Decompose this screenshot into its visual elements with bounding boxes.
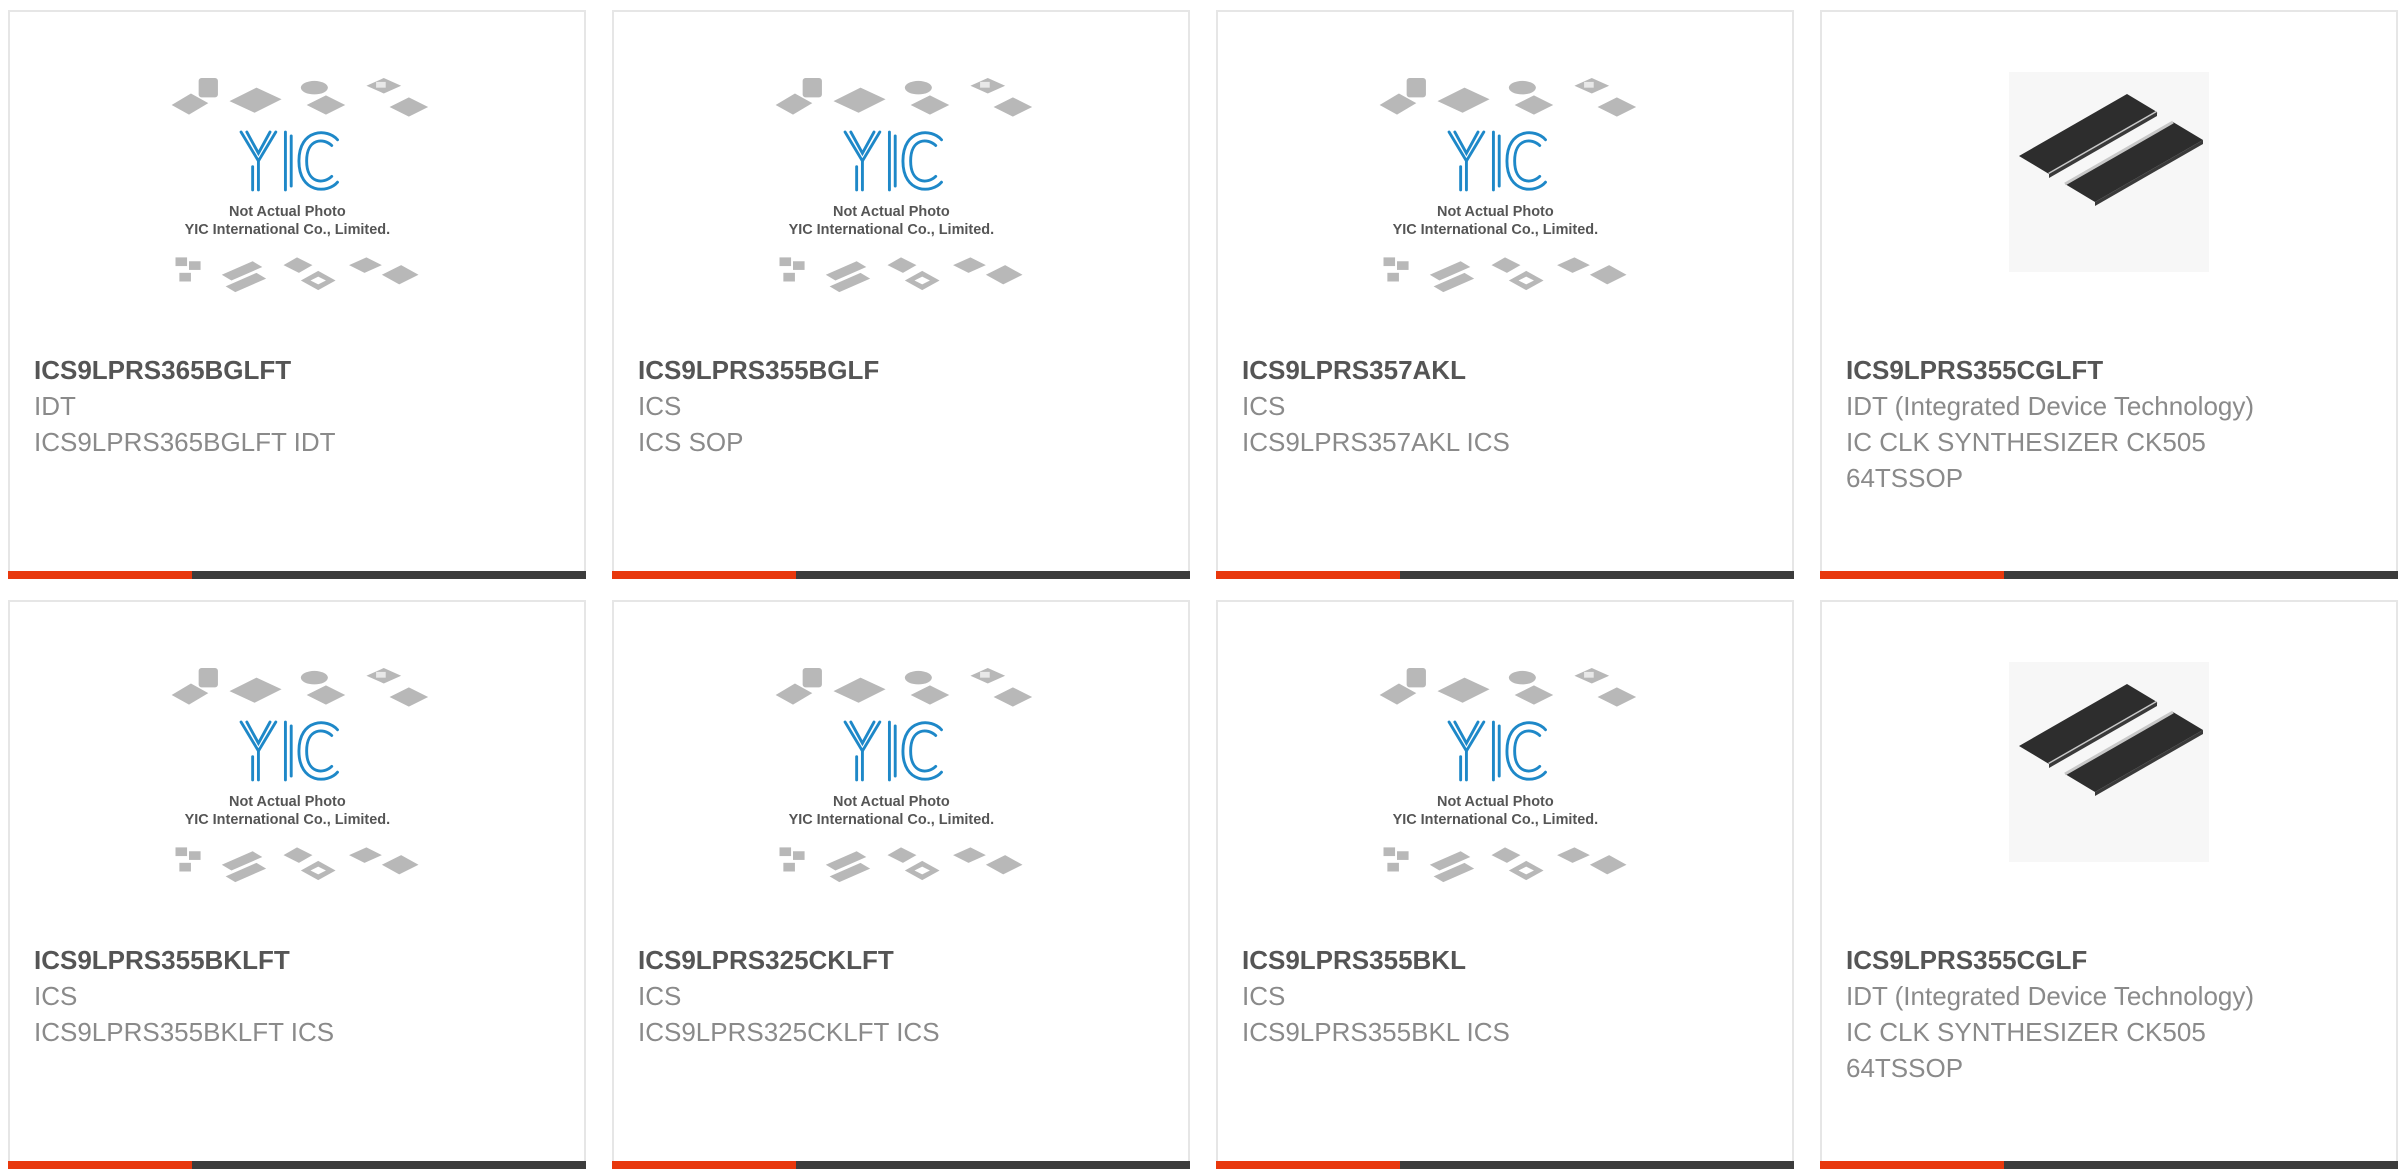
manufacturer-label: ICS — [1242, 981, 1286, 1011]
accent-bar — [1216, 571, 1400, 579]
placeholder-image[interactable] — [1218, 72, 1792, 352]
description-label: ICS9LPRS357AKL ICS — [1242, 427, 1510, 457]
accent-bar — [8, 571, 192, 579]
placeholder-image[interactable] — [614, 72, 1188, 352]
manufacturer-label: ICS — [638, 981, 682, 1011]
part-number-link[interactable]: ICS9LPRS355BKL — [1242, 942, 1662, 978]
product-image[interactable] — [1822, 662, 2396, 942]
accent-bar — [8, 1161, 192, 1169]
manufacturer-label: IDT (Integrated Device Technology) — [1846, 391, 2255, 421]
placeholder-image[interactable] — [10, 72, 584, 352]
product-grid: ICS9LPRS365BGLFT IDT ICS9LPRS365BGLFT IDT I… — [8, 10, 2400, 1169]
product-card[interactable]: ICS9LPRS355BKLFT ICS ICS9LPRS355BKLFT ICS — [8, 600, 586, 1169]
description-label: ICS9LPRS355BKLFT ICS — [34, 1017, 335, 1047]
accent-bar — [612, 1161, 796, 1169]
description-label: IC CLK SYNTHESIZER CK505 64TSSOP — [1846, 427, 2206, 493]
description-label: ICS9LPRS325CKLFT ICS — [638, 1017, 940, 1047]
part-number-link[interactable]: ICS9LPRS355BGLF — [638, 352, 1058, 388]
part-number-link[interactable]: ICS9LPRS365BGLFT — [34, 352, 454, 388]
part-number-link[interactable]: ICS9LPRS325CKLFT — [638, 942, 1058, 978]
product-info: ICS9LPRS355CGLF IDT (Integrated Device Te… — [1846, 942, 2266, 1086]
product-card[interactable]: ICS9LPRS325CKLFT ICS ICS9LPRS325CKLFT ICS — [612, 600, 1190, 1169]
part-number-link[interactable]: ICS9LPRS355CGLFT — [1846, 352, 2266, 388]
product-info: ICS9LPRS355BKLFT ICS ICS9LPRS355BKLFT ICS — [34, 942, 454, 1050]
part-number-link[interactable]: ICS9LPRS355CGLF — [1846, 942, 2266, 978]
product-info: ICS9LPRS365BGLFT IDT ICS9LPRS365BGLFT IDT — [34, 352, 454, 460]
manufacturer-label: ICS — [1242, 391, 1286, 421]
card-bottom-bar — [8, 1161, 586, 1169]
product-card[interactable]: ICS9LPRS357AKL ICS ICS9LPRS357AKL ICS — [1216, 10, 1794, 579]
card-bottom-bar — [612, 1161, 1190, 1169]
product-card[interactable]: ICS9LPRS355BKL ICS ICS9LPRS355BKL ICS — [1216, 600, 1794, 1169]
description-label: ICS SOP — [638, 427, 744, 457]
product-info: ICS9LPRS355BKL ICS ICS9LPRS355BKL ICS — [1242, 942, 1662, 1050]
product-info: ICS9LPRS355BGLF ICS ICS SOP — [638, 352, 1058, 460]
placeholder-image[interactable] — [614, 662, 1188, 942]
accent-bar — [612, 571, 796, 579]
placeholder-image[interactable] — [10, 662, 584, 942]
description-label: IC CLK SYNTHESIZER CK505 64TSSOP — [1846, 1017, 2206, 1083]
manufacturer-label: IDT — [34, 391, 76, 421]
product-card[interactable]: ICS9LPRS355CGLFT IDT (Integrated Device T… — [1820, 10, 2398, 579]
accent-bar — [1216, 1161, 1400, 1169]
manufacturer-label: IDT (Integrated Device Technology) — [1846, 981, 2255, 1011]
manufacturer-label: ICS — [34, 981, 78, 1011]
product-card[interactable]: ICS9LPRS365BGLFT IDT ICS9LPRS365BGLFT IDT — [8, 10, 586, 579]
product-info: ICS9LPRS357AKL ICS ICS9LPRS357AKL ICS — [1242, 352, 1662, 460]
card-bottom-bar — [1216, 1161, 1794, 1169]
part-number-link[interactable]: ICS9LPRS357AKL — [1242, 352, 1662, 388]
card-bottom-bar — [1820, 1161, 2398, 1169]
product-info: ICS9LPRS355CGLFT IDT (Integrated Device T… — [1846, 352, 2266, 496]
description-label: ICS9LPRS355BKL ICS — [1242, 1017, 1510, 1047]
card-bottom-bar — [1820, 571, 2398, 579]
manufacturer-label: ICS — [638, 391, 682, 421]
card-bottom-bar — [1216, 571, 1794, 579]
card-bottom-bar — [612, 571, 1190, 579]
product-info: ICS9LPRS325CKLFT ICS ICS9LPRS325CKLFT ICS — [638, 942, 1058, 1050]
product-image[interactable] — [1822, 72, 2396, 352]
accent-bar — [1820, 571, 2004, 579]
product-card[interactable]: ICS9LPRS355CGLF IDT (Integrated Device Te… — [1820, 600, 2398, 1169]
card-bottom-bar — [8, 571, 586, 579]
accent-bar — [1820, 1161, 2004, 1169]
product-card[interactable]: ICS9LPRS355BGLF ICS ICS SOP — [612, 10, 1190, 579]
part-number-link[interactable]: ICS9LPRS355BKLFT — [34, 942, 454, 978]
description-label: ICS9LPRS365BGLFT IDT — [34, 427, 336, 457]
placeholder-image[interactable] — [1218, 662, 1792, 942]
